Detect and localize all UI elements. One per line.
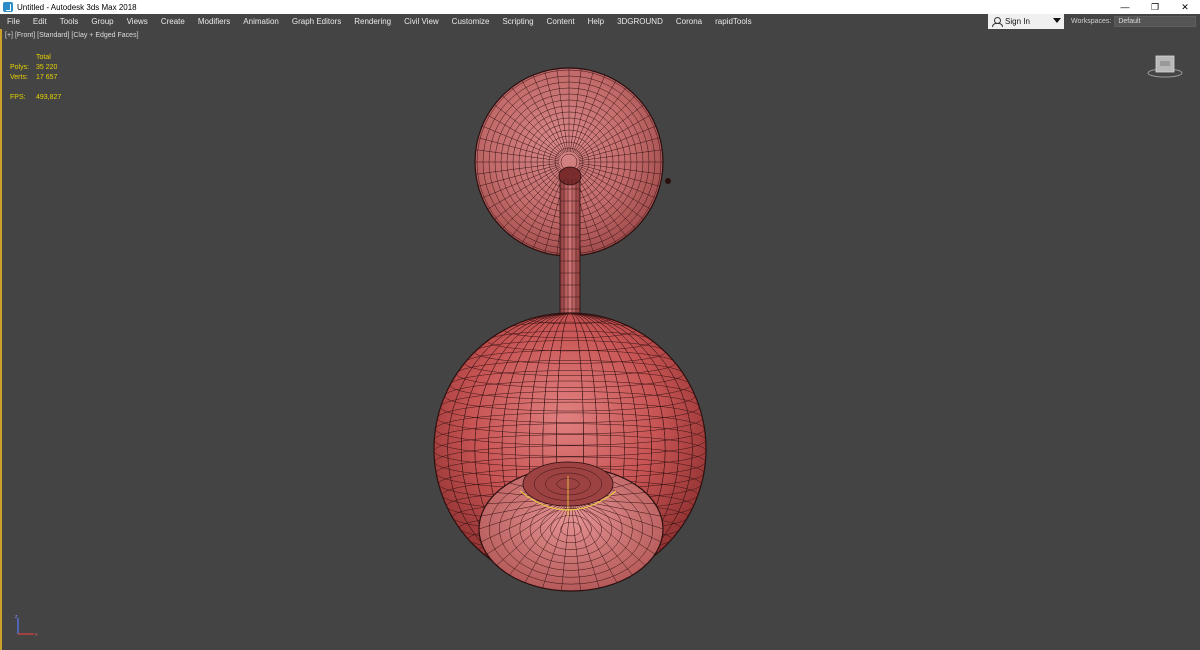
menu-item-animation[interactable]: Animation	[236, 14, 285, 29]
menu-item-corona[interactable]: Corona	[669, 14, 708, 29]
globe-shade-mesh[interactable]	[433, 312, 707, 592]
workspaces-dropdown[interactable]: Default	[1114, 16, 1196, 27]
statistics-overlay: Total Polys: 35 220 Verts: 17 657 FPS: 493,…	[10, 53, 61, 103]
workspaces-selector: Workspaces: Default	[1071, 14, 1200, 29]
menu-item-scripting[interactable]: Scripting	[495, 14, 539, 29]
restore-button[interactable]: ❐	[1140, 0, 1170, 14]
stem-mesh[interactable]	[558, 166, 582, 325]
minimize-button[interactable]: —	[1110, 0, 1140, 14]
viewport-point-of-view[interactable]: [Front]	[15, 32, 35, 39]
scene-render[interactable]	[2, 29, 1200, 650]
menu-item-content[interactable]: Content	[540, 14, 581, 29]
viewport-menu-plus[interactable]: [+]	[5, 32, 13, 39]
axis-tripod-icon: z x	[15, 614, 38, 638]
stats-polys-label: Polys:	[10, 64, 30, 71]
workspaces-label: Workspaces:	[1071, 18, 1112, 25]
menu-item-group[interactable]: Group	[84, 14, 119, 29]
stats-verts-label: Verts:	[10, 74, 28, 81]
window-title: Untitled - Autodesk 3ds Max 2018	[17, 2, 137, 12]
menu-item-customize[interactable]: Customize	[445, 14, 496, 29]
menu-bar: File Edit Tools Group Views Create Modifiers An…	[0, 14, 1200, 29]
stats-polys-value: 35 220	[36, 64, 58, 71]
viewport-front[interactable]: [+] [Front] [Standard] [Clay + Edged Fac…	[0, 29, 1200, 650]
menu-item-graph-editors[interactable]: Graph Editors	[285, 14, 347, 29]
viewport-label[interactable]: [+] [Front] [Standard] [Clay + Edged Fac…	[5, 32, 139, 39]
stats-verts-value: 17 657	[36, 74, 58, 81]
close-button[interactable]: ✕	[1170, 0, 1200, 14]
stats-fps-value: 493,827	[36, 94, 62, 101]
sign-in-label: Sign In	[1005, 17, 1030, 26]
menu-item-help[interactable]: Help	[581, 14, 610, 29]
menu-item-tools[interactable]: Tools	[53, 14, 85, 29]
menu-item-file[interactable]: File	[0, 14, 26, 29]
app-icon[interactable]	[3, 2, 13, 12]
menu-item-views[interactable]: Views	[120, 14, 154, 29]
stats-total-label: Total	[36, 54, 51, 61]
menu-item-civil-view[interactable]: Civil View	[397, 14, 445, 29]
viewport-visual-style[interactable]: [Clay + Edged Faces]	[71, 32, 138, 39]
menu-item-3dground[interactable]: 3DGROUND	[610, 14, 669, 29]
menu-items: File Edit Tools Group Views Create Modifiers An…	[0, 14, 758, 29]
viewport-shading-menu[interactable]: [Standard]	[37, 32, 69, 39]
menu-item-create[interactable]: Create	[154, 14, 191, 29]
menu-item-edit[interactable]: Edit	[26, 14, 53, 29]
menu-item-modifiers[interactable]: Modifiers	[191, 14, 236, 29]
menu-item-rendering[interactable]: Rendering	[347, 14, 397, 29]
menu-item-rapidtools[interactable]: rapidTools	[708, 14, 757, 29]
chevron-down-icon	[1053, 18, 1061, 23]
user-icon	[992, 17, 1003, 27]
svg-text:x: x	[35, 632, 38, 638]
title-bar: Untitled - Autodesk 3ds Max 2018 — ❐ ✕	[0, 0, 1200, 14]
stats-fps-label: FPS:	[10, 94, 26, 101]
sign-in-dropdown[interactable]: Sign In	[988, 14, 1064, 29]
viewcube-icon[interactable]	[1147, 54, 1183, 78]
